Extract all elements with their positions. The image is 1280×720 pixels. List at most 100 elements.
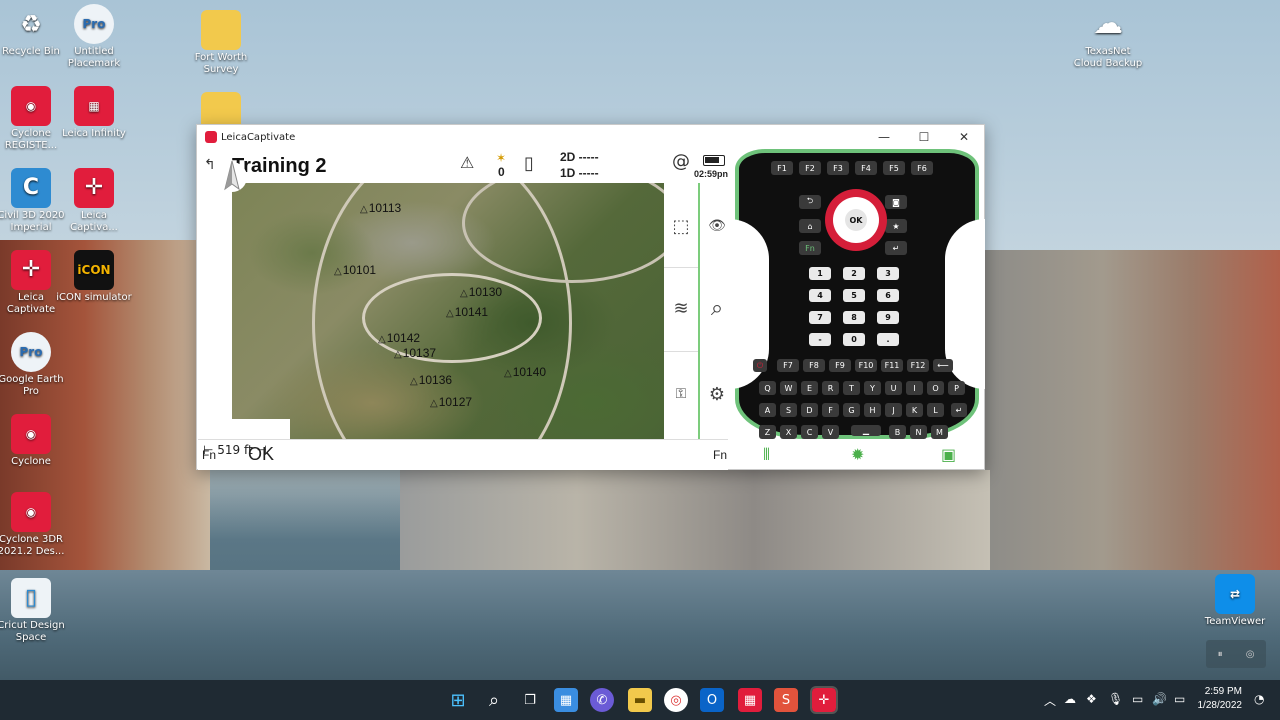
key-5[interactable]: 5 [843,289,865,302]
key-y[interactable]: Y [864,381,881,395]
desktop-icon-fort-worth-survey[interactable]: Fort Worth Survey [183,4,259,76]
key-t[interactable]: T [843,381,860,395]
desktop-icon-leica-infinity[interactable]: ▦ Leica Infinity [56,86,132,140]
map-point[interactable]: △10136 [410,373,452,387]
key-4[interactable]: 4 [809,289,831,302]
key-9[interactable]: 9 [877,311,899,324]
key-8[interactable]: 8 [843,311,865,324]
chrome-icon[interactable]: ◎ [664,688,688,712]
desktop-icon-cricut[interactable]: ▯ Cricut Design Space [0,578,69,644]
key-d[interactable]: D [801,403,818,417]
taskbar-clock[interactable]: 2:59 PM 1/28/2022 [1198,685,1243,713]
key-dot[interactable]: . [877,333,899,346]
select-area-icon[interactable]: ⬚ [666,211,696,241]
map-point[interactable]: △10141 [446,305,488,319]
instrument-bar-icon[interactable]: ⦀ [763,445,770,465]
key-fn[interactable]: Fn [799,241,821,255]
navigation-wheel[interactable]: OK [825,189,887,251]
key-f11[interactable]: F11 [881,359,903,372]
desktop-icon-cyclone-3dr[interactable]: ◉ Cyclone 3DR 2021.2 Des... [0,492,69,558]
key-j[interactable]: J [885,403,902,417]
outlook-icon[interactable]: O [700,688,724,712]
key-w[interactable]: W [780,381,797,395]
power-icon[interactable]: ⏻ [753,359,767,372]
file-explorer-icon[interactable]: ▬ [628,688,652,712]
map-point[interactable]: △10137 [394,346,436,360]
desktop-icon-teamviewer[interactable]: ⇄ TeamViewer [1197,574,1273,628]
key-7[interactable]: 7 [809,311,831,324]
map-point[interactable]: △10142 [378,331,420,345]
notifications-icon[interactable]: ◔ [1254,692,1264,706]
key-b[interactable]: B [889,425,906,439]
key-6[interactable]: 6 [877,289,899,302]
key-2[interactable]: 2 [843,267,865,280]
map-view[interactable]: △10113 △10101 △10130 △10141 △10142 △1013… [232,183,664,439]
key-f10[interactable]: F10 [855,359,877,372]
key-r[interactable]: R [822,381,839,395]
maximize-button[interactable]: ☐ [904,125,944,149]
task-view-icon[interactable]: ❐ [518,688,542,712]
settings-icon[interactable]: ⚙ [702,379,732,409]
chevron-up-icon[interactable]: ︿ [1044,692,1056,709]
pause-icon[interactable]: ⏸ [1218,649,1223,660]
key-a[interactable]: A [759,403,776,417]
toolbox-icon[interactable]: ⚿ [666,379,696,409]
key-k[interactable]: K [906,403,923,417]
map-point[interactable]: △10113 [360,201,401,215]
desktop-icon-untitled-placemark[interactable]: Pro Untitled Placemark [56,4,132,70]
desktop-icon-icon-simulator[interactable]: iCON iCON simulator [56,250,132,304]
device-icon[interactable]: ▯ [524,153,534,174]
leica-captivate-taskbar-icon[interactable]: ✛ [810,686,838,714]
start-icon[interactable]: ⊞ [446,688,470,712]
key-home[interactable]: ⌂ [799,219,821,233]
at-icon[interactable]: @ [672,151,690,172]
key-c[interactable]: C [801,425,818,439]
key-back[interactable]: ⮌ [799,195,821,209]
key-3[interactable]: 3 [877,267,899,280]
visibility-icon[interactable]: 👁 [702,211,732,241]
key-o[interactable]: O [927,381,944,395]
display-icon[interactable]: ▭ [1132,692,1143,706]
gear-sun-icon[interactable]: ✹ [851,445,864,464]
chat-icon[interactable]: ✆ [590,688,614,712]
key-n[interactable]: N [910,425,927,439]
key-ok[interactable]: OK [845,209,867,231]
camera-icon[interactable]: ▣ [941,445,956,464]
key-f3[interactable]: F3 [827,161,849,175]
key-1[interactable]: 1 [809,267,831,280]
record-icon[interactable]: ◎ [1246,649,1255,660]
key-f6[interactable]: F6 [911,161,933,175]
key-l[interactable]: L [927,403,944,417]
map-point[interactable]: △10130 [460,285,502,299]
key-f4[interactable]: F4 [855,161,877,175]
key-space[interactable]: ▁ [851,425,881,436]
key-z[interactable]: Z [759,425,776,439]
key-v[interactable]: V [822,425,839,439]
key-return[interactable]: ↵ [951,403,967,417]
layers-icon[interactable]: ≋ [666,293,696,323]
microphone-icon[interactable]: 🎙 [1108,692,1123,706]
north-arrow-icon[interactable] [217,159,247,199]
key-minus[interactable]: - [809,333,831,346]
leica-infinity-taskbar-icon[interactable]: ▦ [738,688,762,712]
key-f[interactable]: F [822,403,839,417]
map-point[interactable]: △10140 [504,365,546,379]
fn-left-button[interactable]: Fn [202,448,216,462]
key-u[interactable]: U [885,381,902,395]
key-f5[interactable]: F5 [883,161,905,175]
key-m[interactable]: M [931,425,948,439]
map-point[interactable]: △10127 [430,395,472,409]
key-g[interactable]: G [843,403,860,417]
snagit-icon[interactable]: S [774,688,798,712]
map-point[interactable]: △10101 [334,263,376,277]
desktop-icon-leica-captiva-shortcut[interactable]: ✛ Leica Captiva... [56,168,132,234]
key-backspace[interactable]: ⟵ [933,359,953,372]
dropbox-icon[interactable]: ❖ [1086,692,1097,706]
key-x[interactable]: X [780,425,797,439]
key-q[interactable]: Q [759,381,776,395]
key-h[interactable]: H [864,403,881,417]
key-favorite[interactable]: ★ [885,219,907,233]
back-icon[interactable]: ↰ [204,157,216,173]
minimize-button[interactable]: — [864,125,904,149]
fn-right-button[interactable]: Fn [713,448,727,462]
